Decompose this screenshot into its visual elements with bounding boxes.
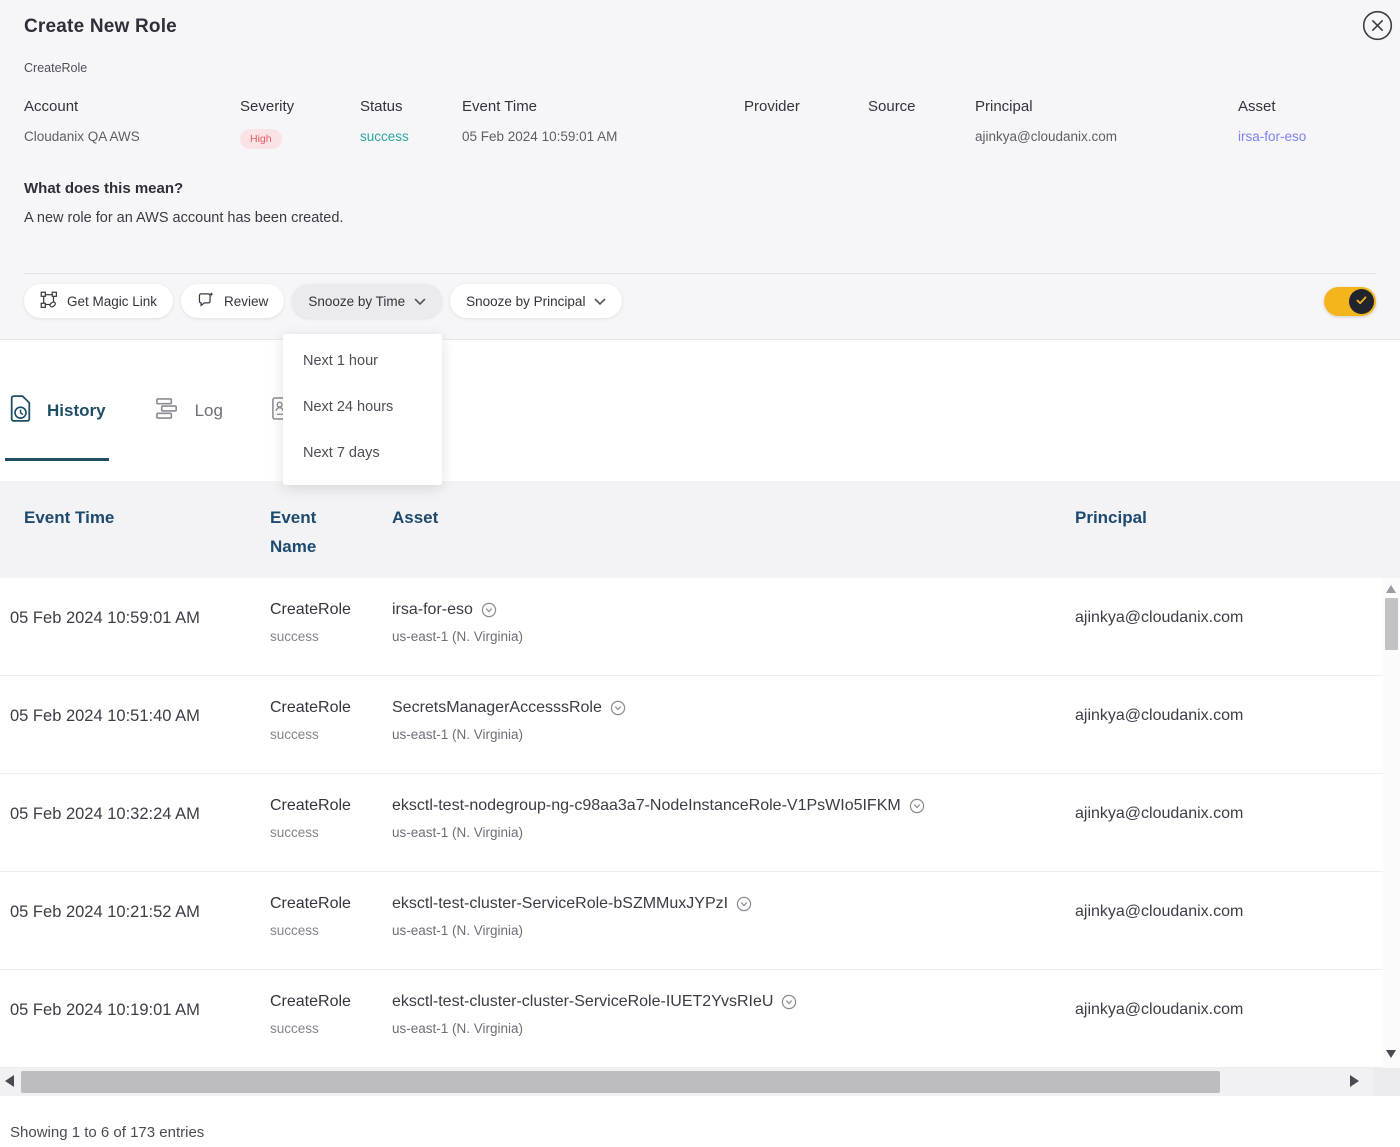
snooze-by-principal-button[interactable]: Snooze by Principal [450,284,622,318]
actions-bar: Get Magic Link Review Snooze by Time Sno… [24,284,1376,318]
entries-summary: Showing 1 to 6 of 173 entries [10,1124,204,1141]
scrollbar-corner [1373,1068,1400,1096]
event-name-cell: CreateRole success [270,895,392,969]
table-row: 05 Feb 2024 10:59:01 AM CreateRole succe… [0,578,1400,676]
principal-cell: ajinkya@cloudanix.com [1075,895,1400,969]
meaning-text: A new role for an AWS account has been c… [24,210,1376,226]
meaning-heading: What does this mean? [24,180,1376,197]
field-provider: Provider [744,98,868,149]
asset-scope-icon[interactable] [736,896,752,912]
close-button[interactable] [1362,10,1393,41]
get-magic-link-button[interactable]: Get Magic Link [24,284,173,318]
event-code: CreateRole [24,61,1376,75]
field-principal: Principal ajinkya@cloudanix.com [975,98,1238,149]
asset-scope-icon[interactable] [909,798,925,814]
horizontal-scrollbar[interactable] [0,1068,1373,1096]
table-row: 05 Feb 2024 10:51:40 AM CreateRole succe… [0,676,1400,774]
log-icon [154,396,181,426]
asset-cell: irsa-for-eso us-east-1 (N. Virginia) [392,601,1075,675]
event-time-cell: 05 Feb 2024 10:59:01 AM [10,601,270,675]
asset-scope-icon[interactable] [481,602,497,618]
severity-badge: High [240,129,282,149]
event-time-cell: 05 Feb 2024 10:21:52 AM [10,895,270,969]
event-name-cell: CreateRole success [270,993,392,1067]
event-detail-panel: Create New Role CreateRole Account Cloud… [0,0,1400,340]
event-name-cell: CreateRole success [270,797,392,871]
history-table-body: 05 Feb 2024 10:59:01 AM CreateRole succe… [0,578,1400,1068]
history-icon [8,394,33,428]
field-severity: Severity High [240,98,360,149]
magic-link-icon [40,291,58,312]
menu-item-next-1-hour[interactable]: Next 1 hour [283,338,442,384]
tab-log[interactable]: Log [154,396,223,426]
column-header-event-name: Event Name [270,503,342,578]
review-button[interactable]: Review [181,284,284,318]
table-row: 05 Feb 2024 10:32:24 AM CreateRole succe… [0,774,1400,872]
column-header-asset: Asset [392,503,1075,578]
event-name-cell: CreateRole success [270,699,392,773]
page-title: Create New Role [24,16,1376,38]
chevron-down-icon [414,294,426,309]
review-icon [197,291,215,312]
scroll-left-arrow-icon[interactable] [5,1075,14,1087]
asset-scope-icon[interactable] [610,700,626,716]
field-status: Status success [360,98,462,149]
table-row: 05 Feb 2024 10:21:52 AM CreateRole succe… [0,872,1400,970]
history-table-header: Event Time Event Name Asset Principal [0,481,1400,578]
horizontal-scrollbar-thumb[interactable] [21,1071,1220,1093]
chevron-down-icon [594,294,606,309]
asset-link[interactable]: irsa-for-eso [1238,129,1376,144]
menu-item-next-7-days[interactable]: Next 7 days [283,430,442,476]
principal-cell: ajinkya@cloudanix.com [1075,797,1400,871]
scroll-down-arrow-icon[interactable] [1386,1050,1396,1058]
notification-toggle[interactable] [1324,287,1376,316]
table-row: 05 Feb 2024 10:19:01 AM CreateRole succe… [0,970,1400,1068]
menu-item-next-24-hours[interactable]: Next 24 hours [283,384,442,430]
event-name-cell: CreateRole success [270,601,392,675]
vertical-scrollbar[interactable] [1383,578,1400,1068]
close-icon [1362,29,1393,44]
asset-cell: eksctl-test-cluster-cluster-ServiceRole-… [392,993,1075,1067]
field-event-time: Event Time 05 Feb 2024 10:59:01 AM [462,98,744,149]
asset-cell: eksctl-test-nodegroup-ng-c98aa3a7-NodeIn… [392,797,1075,871]
tab-history[interactable]: History [8,394,106,428]
event-fields: Account Cloudanix QA AWS Severity High S… [24,98,1376,149]
principal-cell: ajinkya@cloudanix.com [1075,601,1400,675]
vertical-scrollbar-thumb[interactable] [1385,598,1398,650]
asset-cell: eksctl-test-cluster-ServiceRole-bSZMMuxJ… [392,895,1075,969]
column-header-principal: Principal [1075,503,1400,578]
detail-tabs: History Log [0,340,1400,481]
toggle-knob [1349,289,1374,314]
scroll-up-arrow-icon[interactable] [1386,585,1396,593]
asset-scope-icon[interactable] [781,994,797,1010]
column-header-event-time: Event Time [24,503,270,578]
event-time-cell: 05 Feb 2024 10:32:24 AM [10,797,270,871]
principal-cell: ajinkya@cloudanix.com [1075,993,1400,1067]
divider [24,273,1376,274]
snooze-by-time-menu: Next 1 hour Next 24 hours Next 7 days [283,334,442,485]
field-source: Source [868,98,975,149]
asset-cell: SecretsManagerAccesssRole us-east-1 (N. … [392,699,1075,773]
principal-cell: ajinkya@cloudanix.com [1075,699,1400,773]
snooze-by-time-button[interactable]: Snooze by Time [292,284,442,318]
check-icon [1356,292,1367,310]
scroll-right-arrow-icon[interactable] [1350,1075,1359,1087]
event-time-cell: 05 Feb 2024 10:51:40 AM [10,699,270,773]
event-time-cell: 05 Feb 2024 10:19:01 AM [10,993,270,1067]
status-value: success [360,129,462,144]
field-account: Account Cloudanix QA AWS [24,98,240,149]
field-asset: Asset irsa-for-eso [1238,98,1376,149]
